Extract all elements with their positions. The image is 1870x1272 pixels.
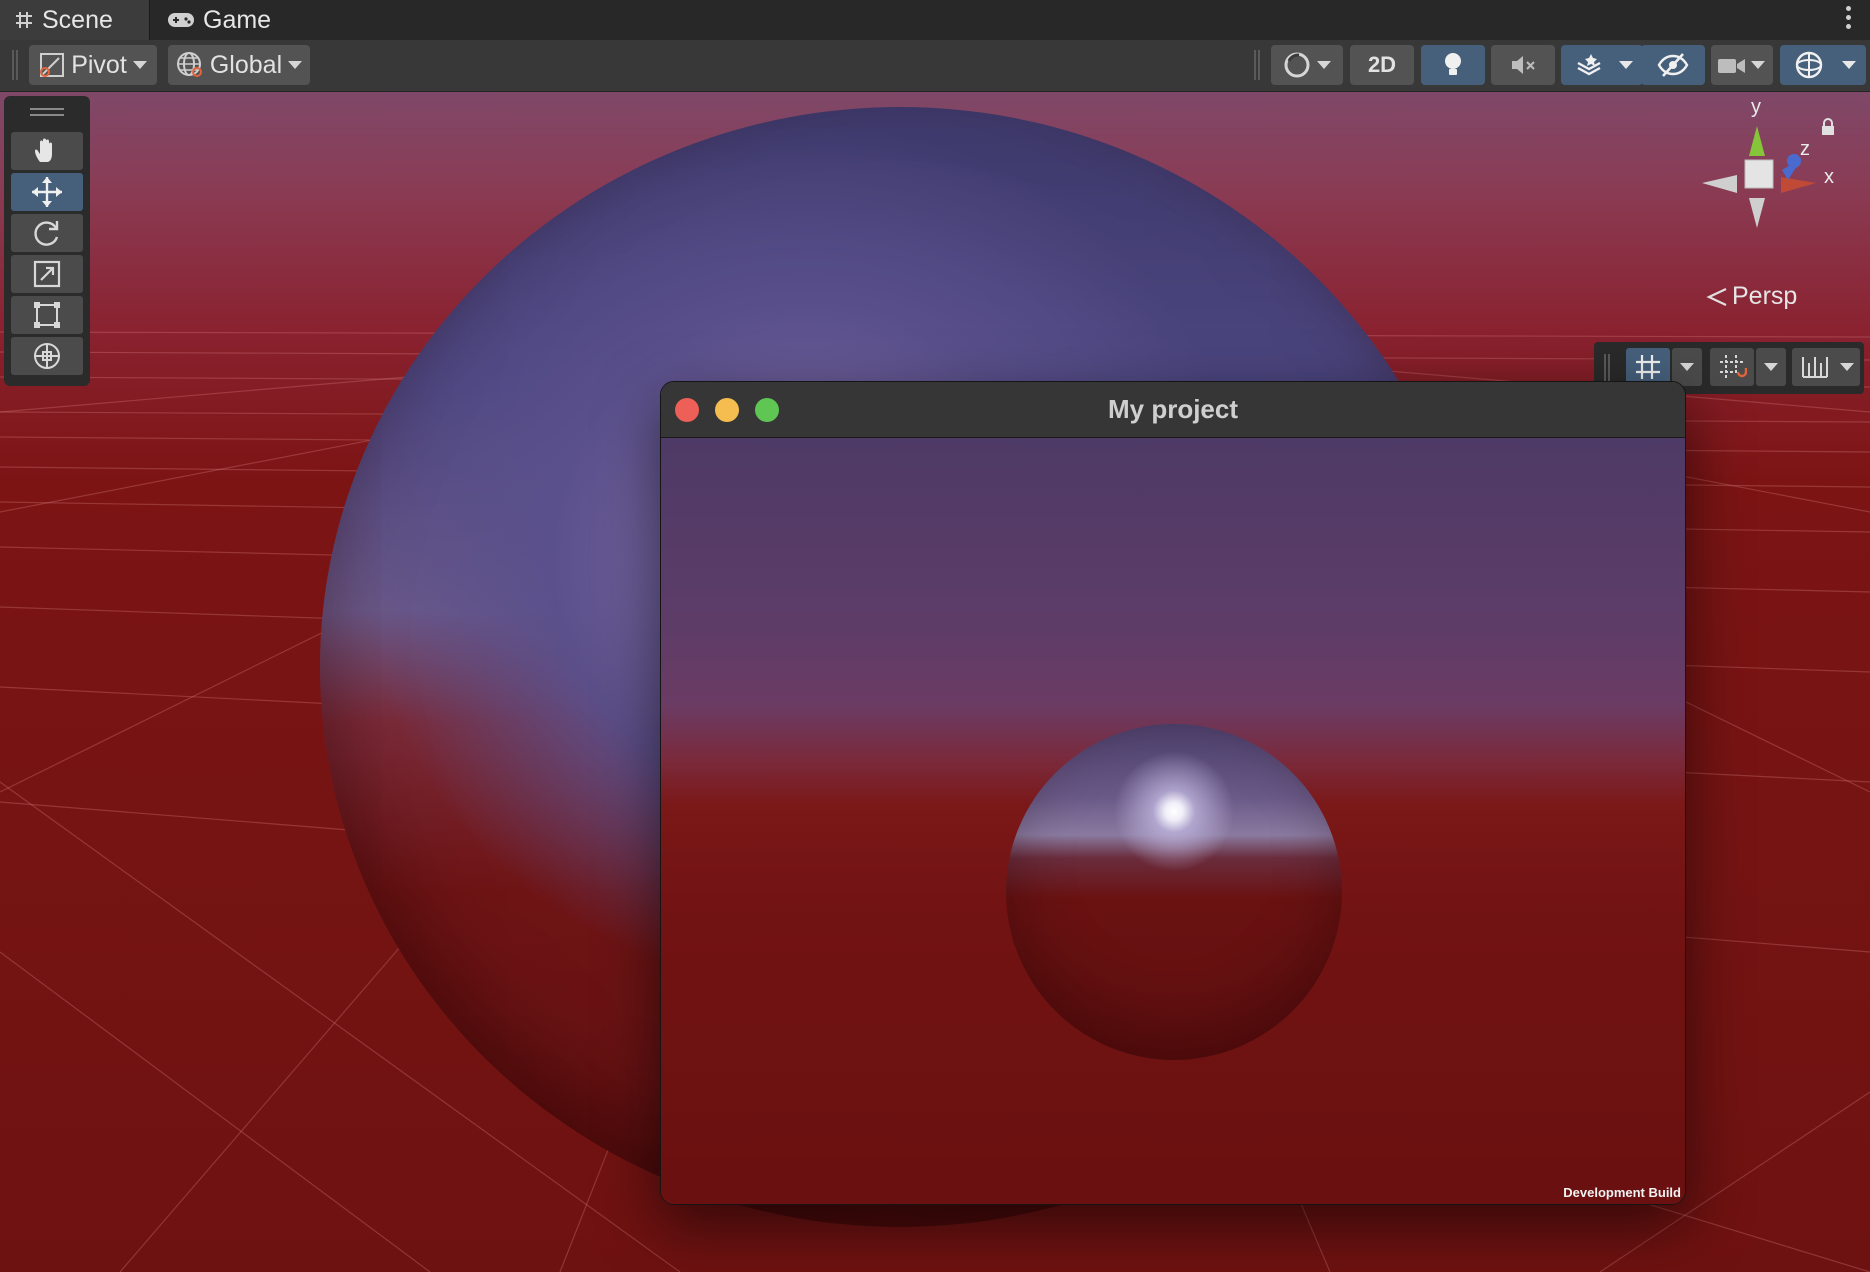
increment-snap-dropdown[interactable]	[1792, 348, 1860, 386]
scale-icon	[33, 260, 61, 288]
tab-scene-label: Scene	[42, 5, 113, 34]
global-label: Global	[209, 50, 283, 79]
chevron-down-icon	[1842, 61, 1856, 69]
rect-transform-icon	[34, 302, 60, 328]
camera-dropdown[interactable]	[1711, 45, 1773, 85]
window-title: My project	[1107, 394, 1239, 424]
transform-icon	[34, 343, 60, 369]
eye-hidden-icon	[1657, 53, 1689, 77]
mute-audio-icon	[1512, 56, 1535, 74]
ruler-snap-icon	[1802, 357, 1828, 378]
grid-icon	[1636, 355, 1660, 379]
projection-toggle[interactable]: Persp	[1706, 282, 1797, 311]
tools-panel	[4, 96, 90, 386]
lighting-toggle[interactable]	[1421, 45, 1485, 85]
panel-drag-handle[interactable]	[30, 108, 64, 116]
rotate-icon	[34, 221, 59, 246]
shading-mode-dropdown[interactable]	[1271, 45, 1343, 85]
hand-tool-button[interactable]	[11, 132, 83, 170]
grid-options-dropdown[interactable]	[1672, 348, 1702, 386]
chevron-down-icon	[1751, 61, 1765, 69]
window-titlebar[interactable]: My project	[661, 382, 1685, 438]
orientation-gizmo[interactable]: y z x	[1690, 96, 1850, 248]
chevron-down-icon	[1764, 363, 1778, 371]
scale-tool-button[interactable]	[11, 255, 83, 293]
projection-label: Persp	[1732, 282, 1798, 310]
grid-hash-icon	[16, 12, 32, 28]
pivot-icon	[40, 53, 65, 77]
game-window[interactable]: My project Development Build	[660, 381, 1686, 1205]
chevron-down-icon	[1840, 363, 1854, 371]
toolbar-grip[interactable]	[1604, 354, 1610, 382]
chevron-down-icon	[1317, 61, 1331, 69]
game-sphere	[1006, 724, 1342, 1060]
chevron-down-icon	[1619, 61, 1633, 69]
gizmos-dropdown[interactable]	[1780, 45, 1866, 85]
tab-game[interactable]: Game	[165, 0, 271, 40]
chevron-down-icon	[132, 61, 147, 69]
audio-toggle[interactable]	[1491, 45, 1555, 85]
tab-bar: Scene Game	[0, 0, 1870, 41]
tab-game-label: Game	[203, 5, 272, 34]
perspective-icon	[1706, 287, 1727, 306]
rect-tool-button[interactable]	[11, 296, 83, 334]
pivot-label: Pivot	[71, 50, 127, 79]
development-build-label: Development Build	[1563, 1185, 1681, 1200]
more-options-icon[interactable]	[1846, 6, 1852, 33]
lightbulb-icon	[1445, 53, 1461, 75]
global-dropdown[interactable]: Global	[168, 45, 310, 85]
toolbar-grip[interactable]	[12, 50, 18, 80]
game-view[interactable]: Development Build	[661, 438, 1685, 1204]
axis-x-label: x	[1824, 166, 1834, 188]
hand-icon	[35, 138, 52, 162]
gizmos-icon	[1795, 51, 1823, 79]
grid-snap-toggle[interactable]	[1710, 348, 1754, 386]
pivot-dropdown[interactable]: Pivot	[29, 45, 157, 85]
grid-snap-icon	[1720, 355, 1747, 379]
toolbar-grip[interactable]	[1254, 50, 1260, 80]
gamepad-icon	[168, 13, 194, 27]
snap-options-dropdown[interactable]	[1756, 348, 1786, 386]
globe-icon	[176, 52, 202, 77]
lock-icon[interactable]	[1820, 118, 1836, 136]
tab-scene[interactable]: Scene	[0, 0, 150, 40]
chevron-down-icon	[288, 61, 303, 69]
scene-visibility-toggle[interactable]	[1641, 45, 1705, 85]
toggle-2d-button[interactable]: 2D	[1350, 45, 1414, 85]
move-arrows-icon	[32, 177, 62, 207]
effects-dropdown[interactable]	[1561, 45, 1643, 85]
effects-layers-icon	[1577, 54, 1601, 76]
move-tool-button[interactable]	[11, 173, 83, 211]
scene-toolbar: Pivot Global 2D	[0, 40, 1870, 92]
camera-icon	[1718, 59, 1745, 73]
shading-sphere-icon	[1284, 52, 1310, 78]
rotate-tool-button[interactable]	[11, 214, 83, 252]
transform-tool-button[interactable]	[11, 337, 83, 375]
axis-y-label: y	[1751, 96, 1761, 118]
chevron-down-icon	[1680, 363, 1694, 371]
axis-z-label: z	[1800, 138, 1810, 160]
